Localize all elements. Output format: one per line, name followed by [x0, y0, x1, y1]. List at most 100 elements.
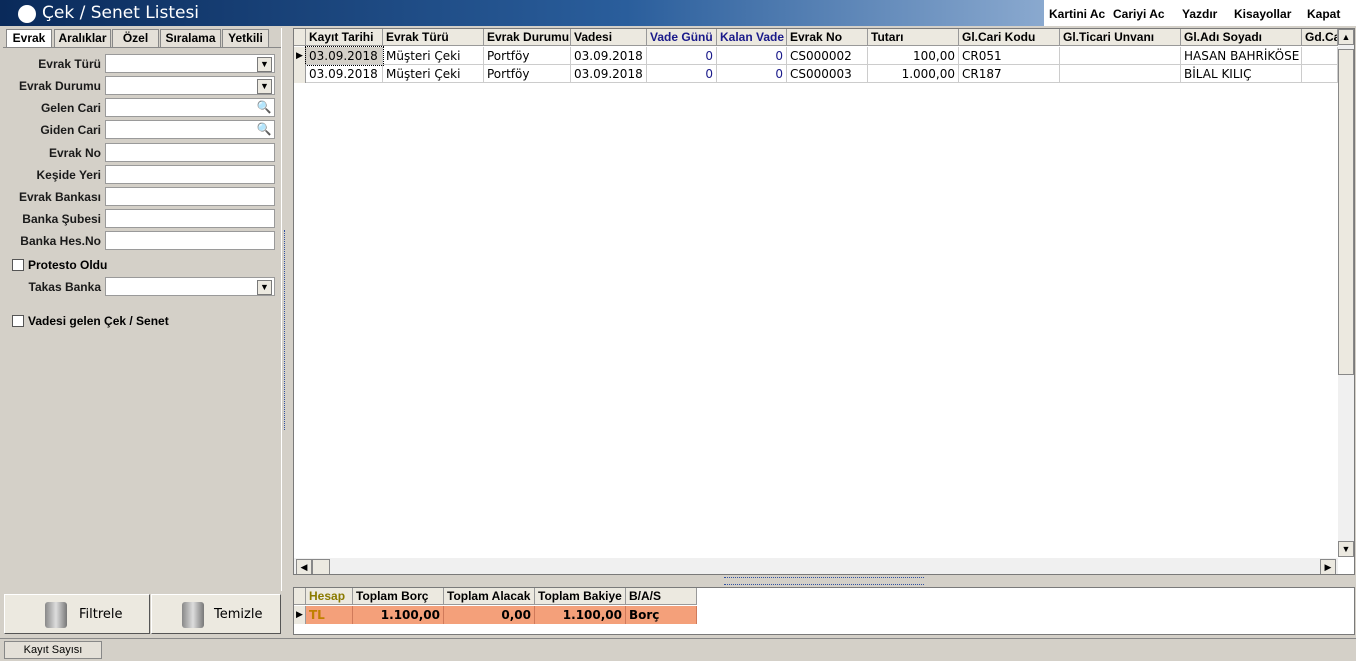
horizontal-scrollbar[interactable] [294, 558, 1338, 574]
table-cell[interactable]: 0 [647, 65, 717, 83]
table-cell[interactable] [1060, 47, 1181, 65]
label-evrak-no: Evrak No [48, 146, 101, 160]
grid-splitter[interactable] [724, 577, 924, 585]
table-cell[interactable]: Portföy [484, 65, 571, 83]
menu-kartini-ac[interactable]: Kartini Ac [1049, 7, 1105, 21]
col-gd-ca[interactable]: Gd.Ca [1302, 29, 1338, 46]
evrak-no-input[interactable] [105, 143, 275, 162]
search-icon[interactable]: 🔍 [256, 100, 272, 115]
col-toplam-alacak[interactable]: Toplam Alacak [444, 588, 535, 605]
table-cell[interactable]: CS000003 [787, 65, 868, 83]
tab-siralama[interactable]: Sıralama [160, 29, 221, 47]
tab-divider [3, 47, 281, 48]
gelen-cari-input[interactable]: 🔍 [105, 98, 275, 117]
col-bas[interactable]: B/A/S [626, 588, 697, 605]
keside-yeri-input[interactable] [105, 165, 275, 184]
table-cell[interactable]: 100,00 [868, 47, 959, 65]
col-evrak-turu[interactable]: Evrak Türü [383, 29, 484, 46]
col-hesap[interactable]: Hesap [306, 588, 353, 605]
chevron-down-icon[interactable]: ▼ [257, 79, 272, 94]
col-kayit-tarihi[interactable]: Kayıt Tarihi [306, 29, 383, 46]
tab-araliklar[interactable]: Aralıklar [54, 29, 111, 47]
table-cell[interactable]: 1.000,00 [868, 65, 959, 83]
col-evrak-no[interactable]: Evrak No [787, 29, 868, 46]
table-cell[interactable]: Müşteri Çeki [383, 47, 484, 65]
table-cell[interactable]: CR187 [959, 65, 1060, 83]
col-evrak-durumu[interactable]: Evrak Durumu [484, 29, 571, 46]
col-tutari[interactable]: Tutarı [868, 29, 959, 46]
evrak-bankasi-input[interactable] [105, 187, 275, 206]
totals-cell[interactable]: TL [306, 606, 353, 624]
kayit-sayisi-status: Kayıt Sayısı [4, 641, 102, 659]
table-cell[interactable]: 03.09.2018 [571, 47, 647, 65]
table-cell[interactable]: Portföy [484, 47, 571, 65]
vertical-scroll-thumb[interactable] [1338, 49, 1354, 375]
banka-subesi-input[interactable] [105, 209, 275, 228]
totals-cell[interactable]: 1.100,00 [535, 606, 626, 624]
col-kalan-vade[interactable]: Kalan Vade [717, 29, 787, 46]
col-gl-ticari-unvani[interactable]: Gl.Ticari Unvanı [1060, 29, 1181, 46]
menu-kapat[interactable]: Kapat [1307, 7, 1340, 21]
evrak-turu-select[interactable]: ▼ [105, 54, 275, 73]
scroll-up-icon[interactable]: ▲ [1338, 29, 1354, 45]
table-cell[interactable]: 0 [717, 47, 787, 65]
col-gl-adi-soyadi[interactable]: Gl.Adı Soyadı [1181, 29, 1302, 46]
label-vadesi-gelen: Vadesi gelen Çek / Senet [28, 314, 169, 328]
tab-ozel[interactable]: Özel [112, 29, 159, 47]
menu-yazdir[interactable]: Yazdır [1182, 7, 1217, 21]
table-cell[interactable]: 0 [717, 65, 787, 83]
scroll-right-icon[interactable]: ▶ [1320, 559, 1336, 574]
vadesi-gelen-checkbox[interactable] [12, 315, 24, 327]
filter-icon [45, 602, 67, 628]
table-cell[interactable]: 03.09.2018 [306, 65, 383, 83]
col-vade-gunu[interactable]: Vade Günü [647, 29, 717, 46]
status-bar [0, 638, 1356, 661]
label-evrak-turu: Evrak Türü [38, 57, 101, 71]
table-cell[interactable]: HASAN BAHRİKÖSE [1181, 47, 1302, 65]
chevron-down-icon[interactable]: ▼ [257, 57, 272, 72]
table-cell[interactable]: BİLAL KILIÇ [1181, 65, 1302, 83]
table-cell[interactable] [1302, 47, 1338, 65]
table-cell[interactable]: 03.09.2018 [305, 46, 384, 66]
panel-splitter[interactable] [284, 230, 291, 430]
menu-kisayollar[interactable]: Kisayollar [1234, 7, 1291, 21]
tab-yetkili[interactable]: Yetkili [222, 29, 269, 47]
tab-evrak[interactable]: Evrak [6, 29, 52, 47]
row-indicator[interactable] [294, 65, 306, 83]
table-cell[interactable]: 03.09.2018 [571, 65, 647, 83]
current-row-arrow-icon: ▶ [296, 609, 303, 619]
table-cell[interactable]: 0 [647, 47, 717, 65]
giden-cari-input[interactable]: 🔍 [105, 120, 275, 139]
temizle-button[interactable]: Temizle [151, 594, 281, 634]
filtrele-button[interactable]: Filtrele [4, 594, 150, 634]
evrak-durumu-select[interactable]: ▼ [105, 76, 275, 95]
totals-cell[interactable]: 1.100,00 [353, 606, 444, 624]
table-cell[interactable]: Müşteri Çeki [383, 65, 484, 83]
chevron-down-icon[interactable]: ▼ [257, 280, 272, 295]
table-cell[interactable]: CR051 [959, 47, 1060, 65]
scroll-down-icon[interactable]: ▼ [1338, 541, 1354, 557]
totals-cell[interactable]: 0,00 [444, 606, 535, 624]
row-indicator[interactable]: ▶ [294, 606, 306, 624]
protesto-oldu-checkbox[interactable] [12, 259, 24, 271]
label-banka-subesi: Banka Şubesi [22, 212, 101, 226]
search-icon[interactable]: 🔍 [256, 122, 272, 137]
table-cell[interactable] [1060, 65, 1181, 83]
menu-cariyi-ac[interactable]: Cariyi Ac [1113, 7, 1165, 21]
takas-banka-select[interactable]: ▼ [105, 277, 275, 296]
label-banka-hes-no: Banka Hes.No [20, 234, 101, 248]
scroll-left-icon[interactable]: ◀ [296, 559, 312, 574]
table-cell[interactable]: CS000002 [787, 47, 868, 65]
grid-corner [294, 29, 306, 46]
row-indicator[interactable]: ▶ [294, 47, 306, 65]
col-toplam-bakiye[interactable]: Toplam Bakiye [535, 588, 626, 605]
totals-cell[interactable]: Borç [626, 606, 697, 624]
banka-hes-no-input[interactable] [105, 231, 275, 250]
temizle-label: Temizle [214, 607, 263, 622]
col-gl-cari-kodu[interactable]: Gl.Cari Kodu [959, 29, 1060, 46]
horizontal-scroll-thumb[interactable] [312, 559, 330, 574]
col-toplam-borc[interactable]: Toplam Borç [353, 588, 444, 605]
col-vadesi[interactable]: Vadesi [571, 29, 647, 46]
table-cell[interactable] [1302, 65, 1338, 83]
label-evrak-bankasi: Evrak Bankası [18, 190, 101, 204]
